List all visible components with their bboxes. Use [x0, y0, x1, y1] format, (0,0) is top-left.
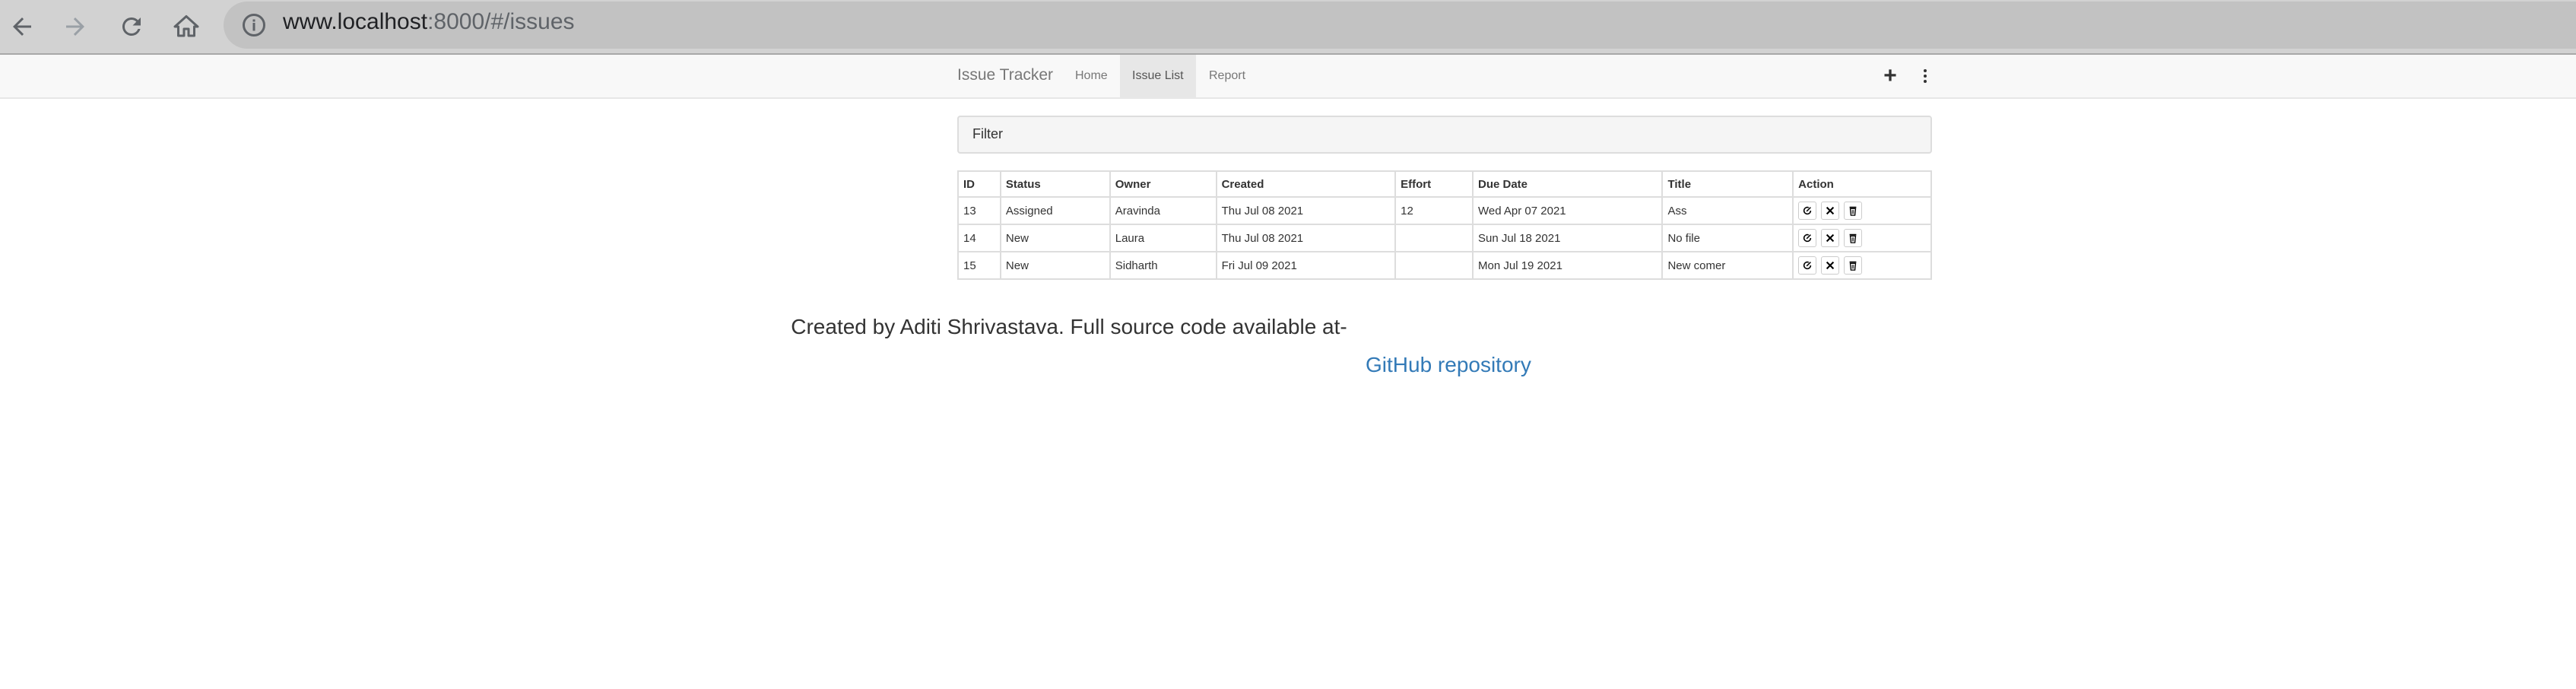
- back-icon: [13, 17, 31, 36]
- nav-report[interactable]: Report: [1197, 55, 1258, 97]
- cell-effort: [1394, 251, 1474, 280]
- delete-button[interactable]: [1844, 229, 1863, 247]
- edit-button[interactable]: [1798, 202, 1817, 220]
- home-icon: [173, 15, 199, 37]
- header-id: ID: [957, 170, 1001, 198]
- cell-id: 14: [957, 224, 1001, 252]
- table-row[interactable]: 14 New Laura Thu Jul 08 2021 Sun Jul 18 2021…: [957, 224, 1932, 252]
- cell-title: No file: [1661, 224, 1794, 252]
- cell-due-date: Sun Jul 18 2021: [1471, 224, 1664, 252]
- cell-due-date: Mon Jul 19 2021: [1471, 251, 1664, 280]
- header-status: Status: [999, 170, 1111, 198]
- delete-button[interactable]: [1844, 256, 1863, 275]
- cell-created: Thu Jul 08 2021: [1215, 224, 1397, 252]
- close-button[interactable]: [1821, 256, 1840, 275]
- cell-status: New: [999, 224, 1111, 252]
- forward-button[interactable]: [55, 6, 96, 47]
- home-button[interactable]: [166, 6, 207, 47]
- browser-toolbar: www.localhost:8000/#/issues: [0, 0, 2576, 55]
- cell-owner: Laura: [1109, 224, 1217, 252]
- filter-panel[interactable]: Filter: [957, 116, 1932, 154]
- address-bar[interactable]: www.localhost:8000/#/issues: [224, 2, 2576, 49]
- forward-icon: [66, 17, 84, 36]
- back-button[interactable]: [2, 6, 43, 47]
- kebab-menu-icon[interactable]: [1916, 61, 1934, 91]
- header-owner: Owner: [1109, 170, 1217, 198]
- close-icon: [1826, 206, 1835, 215]
- table-row[interactable]: 15 New Sidharth Fri Jul 09 2021 Mon Jul 19 2…: [957, 251, 1932, 280]
- delete-button[interactable]: [1844, 202, 1863, 220]
- header-effort: Effort: [1394, 170, 1474, 198]
- reload-icon: [122, 17, 141, 36]
- cell-title: New comer: [1661, 251, 1794, 280]
- cell-id: 15: [957, 251, 1001, 280]
- app-navbar: Issue Tracker Home Issue List Report +: [0, 55, 2576, 99]
- url-host: www.localhost: [283, 9, 428, 34]
- edit-icon: [1804, 233, 1812, 243]
- cell-status: New: [999, 251, 1111, 280]
- github-link[interactable]: GitHub repository: [1366, 353, 1531, 377]
- trash-icon: [1849, 206, 1857, 216]
- edit-button[interactable]: [1798, 256, 1817, 275]
- cell-effort: [1394, 224, 1474, 252]
- close-button[interactable]: [1821, 229, 1840, 247]
- header-title: Title: [1661, 170, 1794, 198]
- cell-created: Fri Jul 09 2021: [1215, 251, 1397, 280]
- trash-icon: [1849, 233, 1857, 243]
- info-icon[interactable]: [240, 11, 268, 39]
- brand[interactable]: Issue Tracker: [957, 66, 1053, 84]
- issue-table: ID Status Owner Created Effort Due Date …: [957, 170, 1932, 280]
- cell-effort: 12: [1394, 196, 1474, 225]
- close-icon: [1826, 233, 1835, 243]
- header-action: Action: [1792, 170, 1932, 198]
- close-button[interactable]: [1821, 202, 1840, 220]
- reload-button[interactable]: [111, 6, 152, 47]
- cell-id: 13: [957, 196, 1001, 225]
- cell-owner: Sidharth: [1109, 251, 1217, 280]
- cell-due-date: Wed Apr 07 2021: [1471, 196, 1664, 225]
- filter-label: Filter: [972, 126, 1003, 141]
- nav-issue-list[interactable]: Issue List: [1120, 55, 1196, 97]
- cell-created: Thu Jul 08 2021: [1215, 196, 1397, 225]
- cell-action: [1792, 251, 1932, 280]
- footer-credit: Created by Aditi Shrivastava. Full sourc…: [791, 315, 1347, 338]
- table-row[interactable]: 13 Assigned Aravinda Thu Jul 08 2021 12 Wed A…: [957, 196, 1932, 225]
- table-header-row: ID Status Owner Created Effort Due Date …: [957, 170, 1932, 198]
- cell-action: [1792, 224, 1932, 252]
- close-icon: [1826, 261, 1835, 270]
- edit-icon: [1804, 206, 1812, 215]
- header-created: Created: [1215, 170, 1397, 198]
- url-path: :8000/#/issues: [427, 9, 575, 34]
- cell-owner: Aravinda: [1109, 196, 1217, 225]
- nav-home[interactable]: Home: [1063, 55, 1120, 97]
- cell-status: Assigned: [999, 196, 1111, 225]
- plus-icon[interactable]: +: [1876, 61, 1904, 91]
- header-due-date: Due Date: [1471, 170, 1664, 198]
- edit-button[interactable]: [1798, 229, 1817, 247]
- url-text: www.localhost:8000/#/issues: [283, 9, 575, 35]
- edit-icon: [1804, 261, 1812, 270]
- cell-title: Ass: [1661, 196, 1794, 225]
- cell-action: [1792, 196, 1932, 225]
- trash-icon: [1849, 261, 1857, 271]
